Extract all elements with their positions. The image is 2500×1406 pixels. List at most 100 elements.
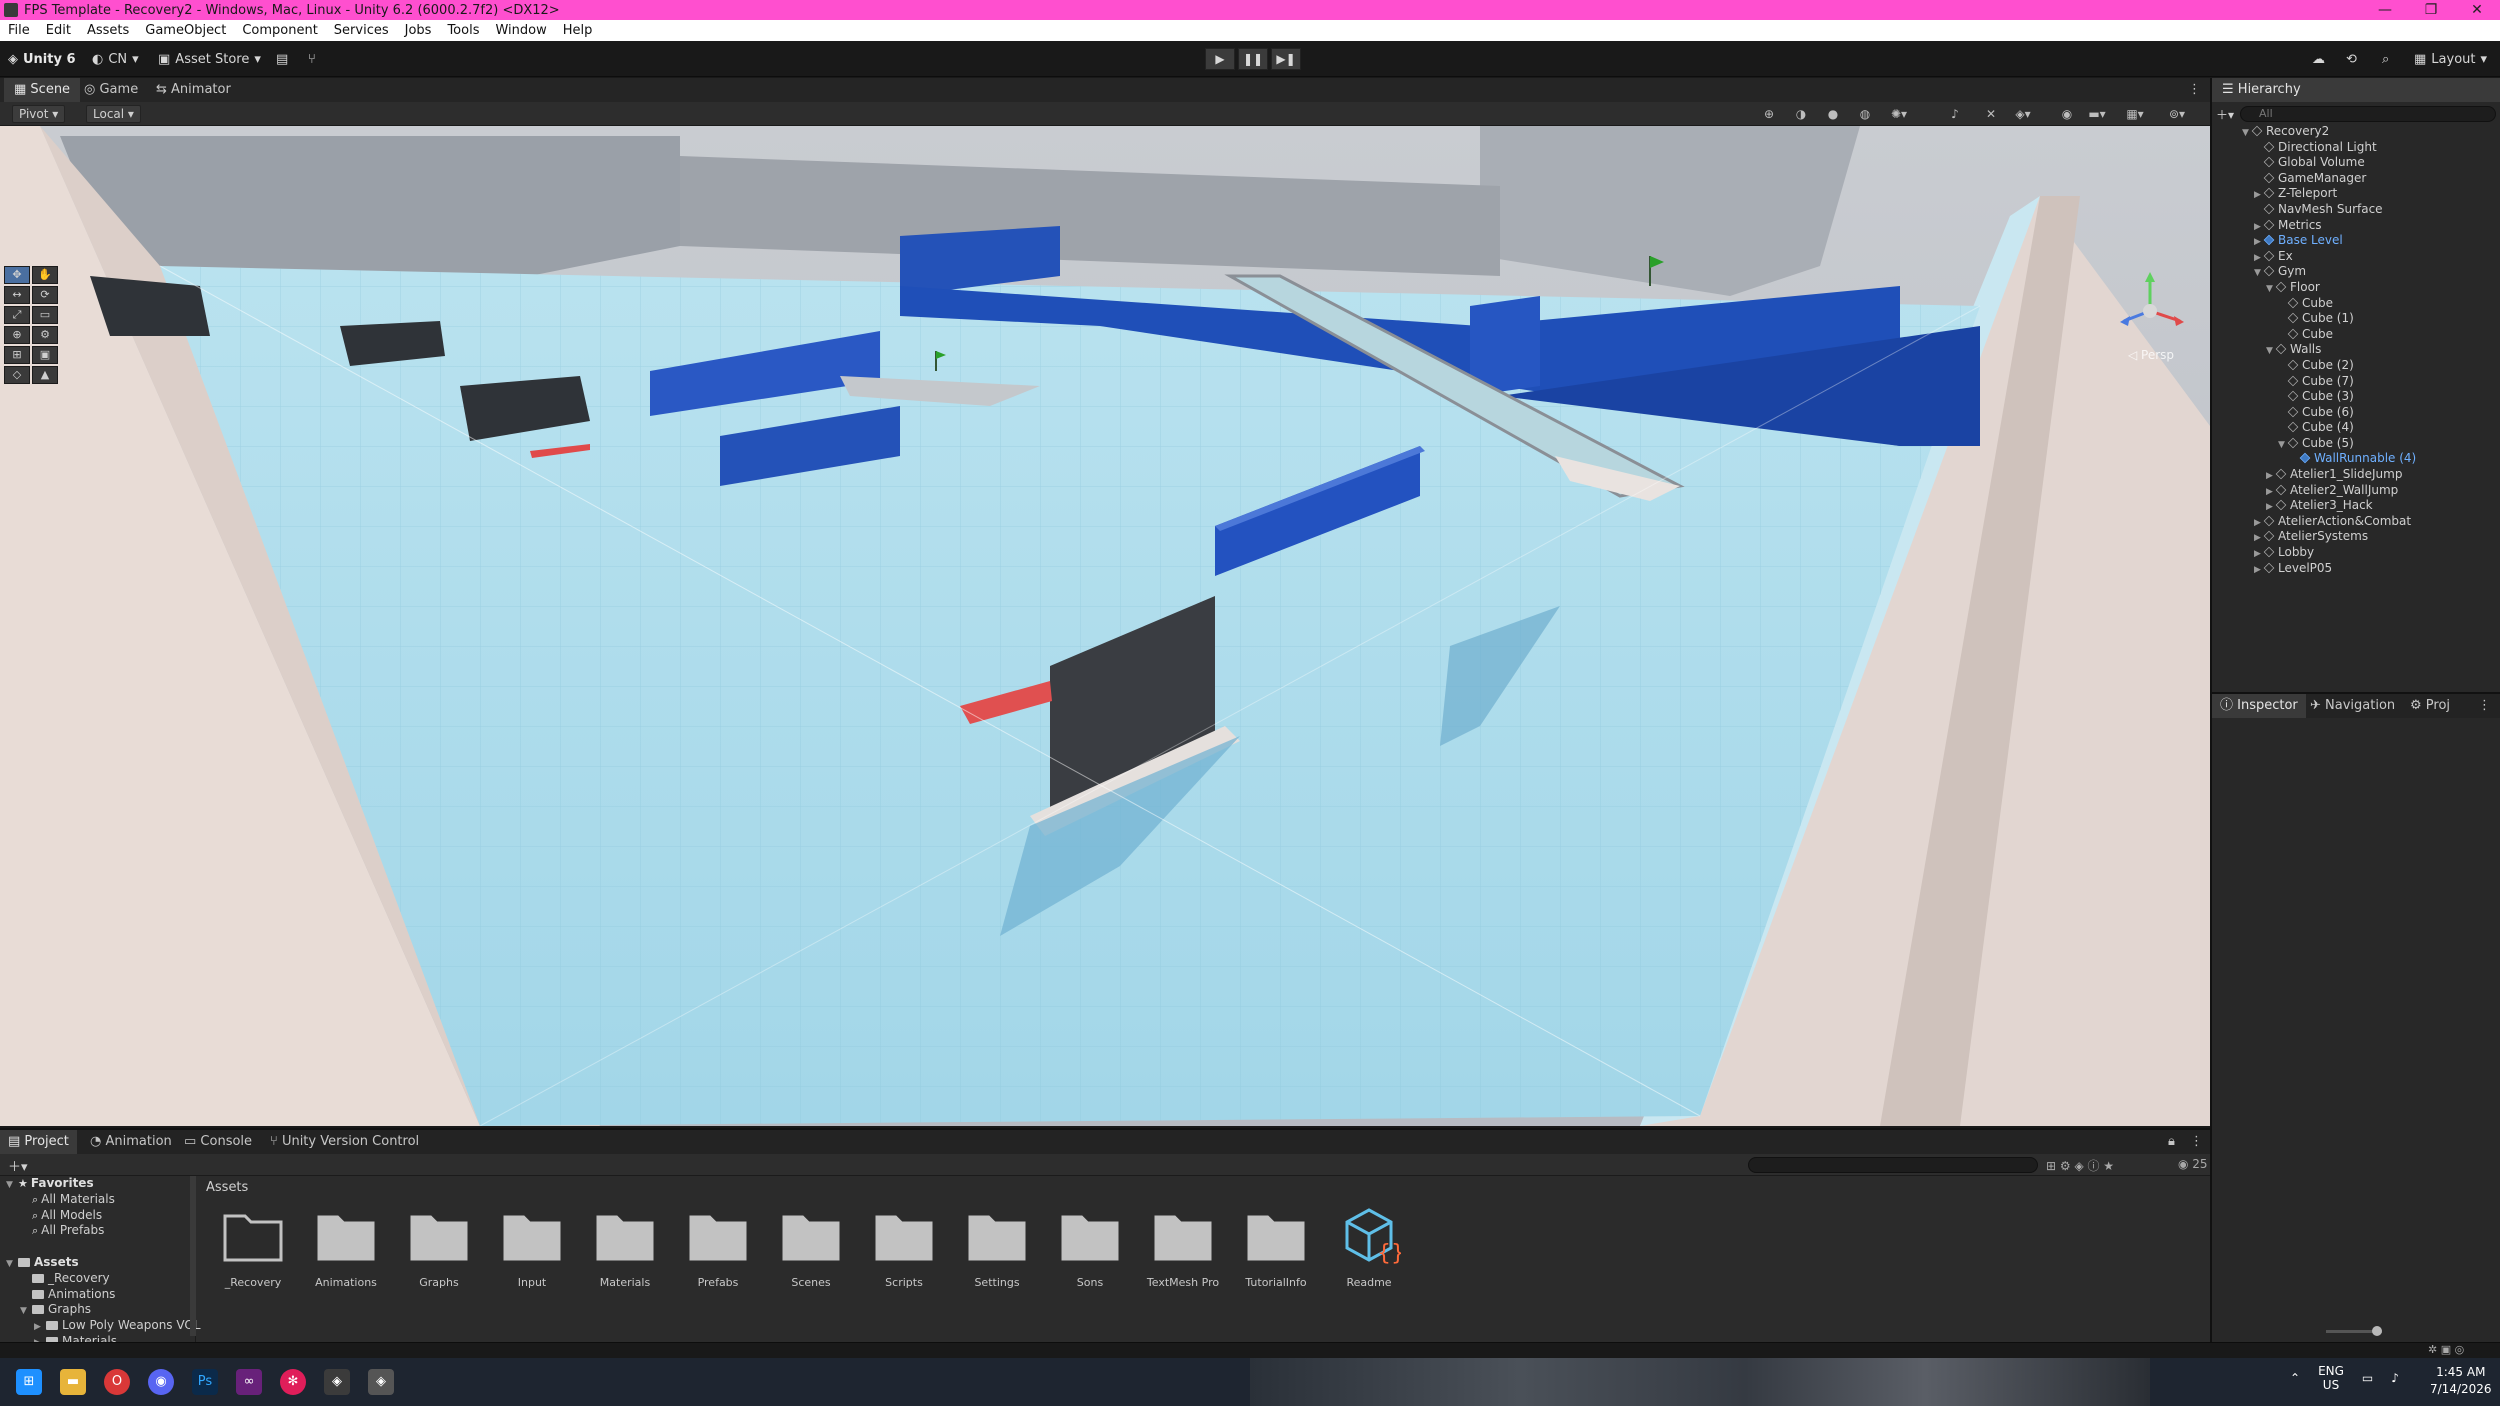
windows-start-icon[interactable]: ⊞ xyxy=(16,1369,42,1395)
menu-component[interactable]: Component xyxy=(234,23,325,38)
rotate-tool-icon[interactable]: ⟳ xyxy=(32,286,58,304)
hierarchy-item[interactable]: ▼ Recovery2 xyxy=(2242,124,2498,140)
visibility-icon[interactable]: ◉ xyxy=(2058,106,2076,122)
asset-item[interactable]: {} Readme xyxy=(1324,1206,1414,1306)
minimize-button[interactable]: — xyxy=(2362,0,2408,20)
unity-account-button[interactable]: ◈ Unity 6 xyxy=(8,49,76,69)
tab-animation[interactable]: ◔ Animation xyxy=(82,1130,180,1154)
tab-console[interactable]: ▭ Console xyxy=(176,1130,260,1154)
play-button[interactable]: ▶ xyxy=(1205,48,1235,70)
tab-project-settings[interactable]: ⚙ Proj xyxy=(2402,694,2458,718)
hierarchy-item[interactable]: Global Volume xyxy=(2242,155,2498,171)
hierarchy-item[interactable]: ▶ AtelierAction&Combat xyxy=(2242,514,2498,530)
orientation-gizmo[interactable] xyxy=(2110,266,2190,356)
slider-knob[interactable] xyxy=(2372,1326,2382,1336)
scene-viewport[interactable]: ✥ ✋ ↔ ⟳ ⤢ ▭ ⊕ ⚙ ⊞ ▣ ◇ ▲ ◁ Persp xyxy=(0,126,2210,1126)
taskbar-clock[interactable]: 1:45 AM 7/14/2026 xyxy=(2430,1364,2492,1398)
snap-tool-icon[interactable]: ⊞ xyxy=(4,346,30,364)
add-icon[interactable]: ＋▾ xyxy=(8,1156,28,1175)
hierarchy-item[interactable]: ▶ Metrics xyxy=(2242,218,2498,234)
tab-scene[interactable]: ▦ Scene xyxy=(4,78,81,102)
menu-tools[interactable]: Tools xyxy=(439,23,487,38)
chevron-up-icon[interactable]: ⌃ xyxy=(2290,1371,2300,1385)
opera-icon[interactable]: O xyxy=(104,1369,130,1395)
add-icon[interactable]: ＋▾ xyxy=(2216,106,2234,123)
package-icon[interactable]: ▤ xyxy=(276,49,288,69)
cloud-icon[interactable]: ☁ xyxy=(2312,49,2325,69)
project-tree-item[interactable]: ⌕ All Materials xyxy=(0,1192,195,1208)
project-tree-item[interactable]: ▼ Graphs xyxy=(0,1302,195,1318)
hierarchy-item[interactable]: Directional Light xyxy=(2242,140,2498,156)
project-tree-item[interactable]: ⌕ All Prefabs xyxy=(0,1223,195,1239)
hierarchy-item[interactable]: Cube xyxy=(2242,296,2498,312)
hierarchy-item[interactable]: ▶ LevelP05 xyxy=(2242,561,2498,577)
pivot-dropdown[interactable]: Pivot ▾ xyxy=(12,105,66,123)
project-tree-item[interactable]: _Recovery xyxy=(0,1271,195,1287)
project-search-input[interactable] xyxy=(1748,1157,2038,1173)
hierarchy-item[interactable]: ▶ Z-Teleport xyxy=(2242,186,2498,202)
hierarchy-item[interactable]: Cube (1) xyxy=(2242,311,2498,327)
asset-item[interactable]: Graphs xyxy=(394,1206,484,1306)
project-tree-item[interactable]: ▼ ★ Favorites xyxy=(0,1176,195,1192)
layout-dropdown[interactable]: ▦ Layout ▾ xyxy=(2414,49,2487,69)
shading-solid-icon[interactable]: ● xyxy=(1824,106,1842,122)
asset-item[interactable]: Prefabs xyxy=(673,1206,763,1306)
more-options-icon[interactable]: ⋮ xyxy=(2178,78,2211,102)
hierarchy-item[interactable]: ▼ Cube (5) xyxy=(2242,436,2498,452)
hierarchy-item[interactable]: ▶ Atelier1_SlideJump xyxy=(2242,467,2498,483)
tab-project[interactable]: ▤ Project xyxy=(0,1130,77,1154)
tab-navigation[interactable]: ✈ Navigation xyxy=(2302,694,2403,718)
hierarchy-item[interactable]: ▶Base Level› xyxy=(2242,233,2498,249)
asset-item[interactable]: Input xyxy=(487,1206,577,1306)
menu-edit[interactable]: Edit xyxy=(38,23,79,38)
breadcrumb[interactable]: Assets xyxy=(206,1180,248,1195)
hierarchy-item[interactable]: ▼ Floor xyxy=(2242,280,2498,296)
asset-item[interactable]: Materials xyxy=(580,1206,670,1306)
hierarchy-item[interactable]: Cube (3) xyxy=(2242,389,2498,405)
asset-item[interactable]: TextMesh Pro xyxy=(1138,1206,1228,1306)
custom-tool-icon[interactable]: ⚙ xyxy=(32,326,58,344)
menu-services[interactable]: Services xyxy=(326,23,397,38)
hierarchy-item[interactable]: ▶ Atelier3_Hack xyxy=(2242,498,2498,514)
project-tree-item[interactable]: ⌕ All Models xyxy=(0,1208,195,1224)
hierarchy-item[interactable]: Cube xyxy=(2242,327,2498,343)
project-tree-item[interactable]: ▼ Assets xyxy=(0,1255,195,1271)
hierarchy-item[interactable]: Cube (6) xyxy=(2242,405,2498,421)
file-explorer-icon[interactable]: ▬ xyxy=(60,1369,86,1395)
shading-wire-icon[interactable]: ◑ xyxy=(1792,106,1810,122)
effects-icon[interactable]: ✺▾ xyxy=(1890,106,1908,122)
asset-item[interactable]: Scripts xyxy=(859,1206,949,1306)
rect-tool-icon[interactable]: ▭ xyxy=(32,306,58,324)
hierarchy-item[interactable]: ▶ Ex xyxy=(2242,249,2498,265)
status-icons[interactable]: ✲ ▣ ◎ xyxy=(2428,1343,2464,1356)
account-dropdown[interactable]: ◐ CN ▾ xyxy=(92,49,139,69)
hierarchy-item[interactable]: Cube (2) xyxy=(2242,358,2498,374)
navmesh-tool-icon[interactable]: ◇ xyxy=(4,366,30,384)
local-dropdown[interactable]: Local ▾ xyxy=(86,105,141,123)
step-button[interactable]: ▶❚ xyxy=(1271,48,1301,70)
scale-tool-icon[interactable]: ⤢ xyxy=(4,306,30,324)
project-tree-item[interactable]: ▶ Low Poly Weapons VOL xyxy=(0,1318,201,1334)
filter-icons[interactable]: ⊞ ⚙ ◈ ⓘ ★ xyxy=(2046,1157,2114,1174)
asset-item[interactable]: Sons xyxy=(1045,1206,1135,1306)
transform-tool-icon[interactable]: ⊕ xyxy=(4,326,30,344)
asset-item[interactable]: Settings xyxy=(952,1206,1042,1306)
camera-icon[interactable]: ▬▾ xyxy=(2088,106,2106,122)
hierarchy-search-input[interactable]: All xyxy=(2240,106,2496,122)
hierarchy-item[interactable]: Cube (7) xyxy=(2242,374,2498,390)
slack-icon[interactable]: ✻ xyxy=(280,1369,306,1395)
asset-store-dropdown[interactable]: ▣ Asset Store ▾ xyxy=(158,49,261,69)
probuilder-icon[interactable]: ▣ xyxy=(32,346,58,364)
asset-item[interactable]: TutorialInfo xyxy=(1231,1206,1321,1306)
network-icon[interactable]: ▭ xyxy=(2362,1371,2373,1385)
history-icon[interactable]: ⟲ xyxy=(2346,49,2357,69)
layers-icon[interactable]: ◈▾ xyxy=(2014,106,2032,122)
menu-assets[interactable]: Assets xyxy=(79,23,137,38)
icon-size-slider[interactable] xyxy=(2326,1326,2382,1336)
language-indicator[interactable]: ENG US xyxy=(2318,1364,2344,1392)
version-control-icon[interactable]: ⑂ xyxy=(308,49,316,69)
discord-icon[interactable]: ◉ xyxy=(148,1369,174,1395)
asset-item[interactable]: Animations xyxy=(301,1206,391,1306)
unity-hub-icon[interactable]: ◈ xyxy=(324,1369,350,1395)
close-button[interactable]: ✕ xyxy=(2454,0,2500,20)
